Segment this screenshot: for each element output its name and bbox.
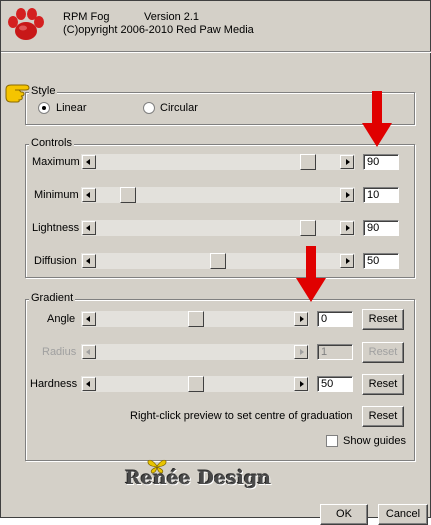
maximum-slider-thumb[interactable] (300, 154, 316, 170)
lightness-value-field[interactable]: 90 (363, 220, 399, 236)
red-paw-logo-icon (8, 8, 44, 40)
minimum-label: Minimum (34, 189, 79, 201)
lightness-label: Lightness (32, 222, 80, 234)
circular-radio[interactable] (143, 102, 155, 114)
plugin-dialog: RPM Fog Version 2.1 (C)opyright 2006-201… (0, 0, 431, 525)
gradient-legend: Gradient (29, 292, 76, 304)
style-legend: Style (29, 85, 58, 97)
diffusion-increment-button[interactable] (340, 254, 354, 268)
angle-label: Angle (47, 313, 76, 325)
maximum-value-field[interactable]: 90 (363, 154, 399, 170)
maximum-label: Maximum (32, 156, 80, 168)
ok-button[interactable]: OK (320, 504, 368, 525)
hardness-increment-button[interactable] (294, 377, 308, 391)
hardness-decrement-button[interactable] (82, 377, 96, 391)
hardness-reset-button[interactable]: Reset (362, 374, 404, 395)
show-guides-checkbox[interactable] (326, 435, 338, 447)
red-arrow-icon (362, 91, 392, 147)
show-guides-label[interactable]: Show guides (343, 435, 406, 447)
angle-reset-button[interactable]: Reset (362, 309, 404, 330)
radius-increment-button (294, 345, 308, 359)
angle-value-field[interactable]: 0 (317, 311, 353, 327)
watermark-text: Renée Design (125, 467, 272, 489)
lightness-slider-thumb[interactable] (300, 220, 316, 236)
maximum-increment-button[interactable] (340, 155, 354, 169)
maximum-decrement-button[interactable] (82, 155, 96, 169)
linear-radio[interactable] (38, 102, 50, 114)
linear-label[interactable]: Linear (56, 102, 87, 114)
red-arrow-icon (296, 246, 326, 302)
product-name: RPM Fog (63, 11, 110, 23)
radius-slider-track (81, 344, 309, 360)
minimum-decrement-button[interactable] (82, 188, 96, 202)
pointing-hand-icon (5, 84, 30, 103)
angle-increment-button[interactable] (294, 312, 308, 326)
radius-value-field: 1 (317, 344, 353, 360)
radius-reset-button: Reset (362, 342, 404, 363)
lightness-increment-button[interactable] (340, 221, 354, 235)
diffusion-decrement-button[interactable] (82, 254, 96, 268)
diffusion-slider-thumb[interactable] (210, 253, 226, 269)
angle-slider-thumb[interactable] (188, 311, 204, 327)
radius-label: Radius (42, 346, 77, 358)
lightness-decrement-button[interactable] (82, 221, 96, 235)
hardness-label: Hardness (30, 378, 78, 390)
angle-decrement-button[interactable] (82, 312, 96, 326)
graduation-reset-button[interactable]: Reset (362, 406, 404, 427)
hardness-value-field[interactable]: 50 (317, 376, 353, 392)
controls-legend: Controls (29, 137, 74, 149)
minimum-value-field[interactable]: 10 (363, 187, 399, 203)
diffusion-value-field[interactable]: 50 (363, 253, 399, 269)
graduation-hint-text: Right-click preview to set centre of gra… (130, 410, 353, 422)
diffusion-label: Diffusion (34, 255, 77, 267)
version-label: Version 2.1 (144, 11, 200, 23)
copyright-label: (C)opyright 2006-2010 Red Paw Media (63, 24, 254, 36)
hardness-slider-thumb[interactable] (188, 376, 204, 392)
minimum-increment-button[interactable] (340, 188, 354, 202)
radius-decrement-button (82, 345, 96, 359)
circular-label[interactable]: Circular (160, 102, 198, 114)
minimum-slider-thumb[interactable] (120, 187, 136, 203)
cancel-button[interactable]: Cancel (378, 504, 428, 525)
header-divider (1, 51, 431, 53)
